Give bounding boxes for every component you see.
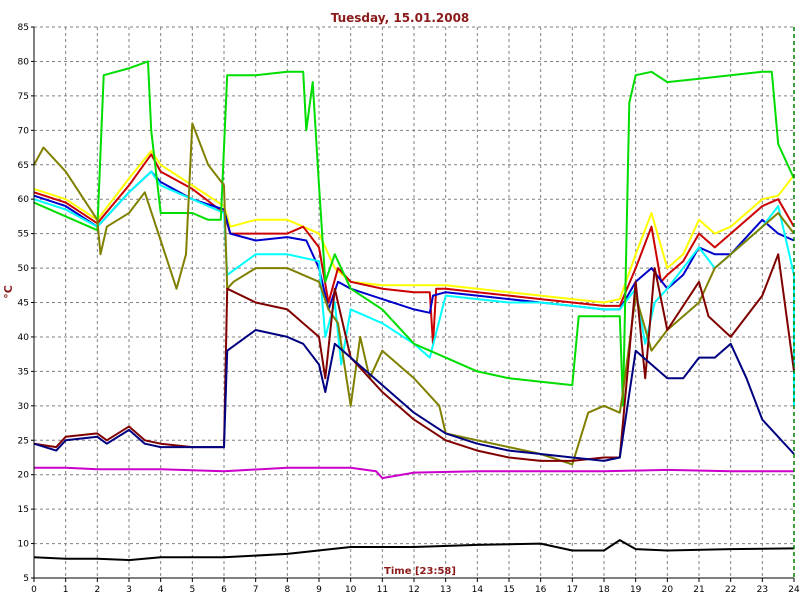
y-tick-label-65: 65 <box>18 161 29 171</box>
y-tick-label-40: 40 <box>18 333 30 343</box>
x-tick-label-2: 2 <box>94 585 100 595</box>
y-tick-label-5: 5 <box>23 574 29 584</box>
x-tick-label-3: 3 <box>126 585 132 595</box>
x-tick-label-12: 12 <box>408 585 419 595</box>
y-tick-label-20: 20 <box>18 471 30 481</box>
x-tick-label-22: 22 <box>725 585 736 595</box>
y-tick-label-70: 70 <box>18 126 30 136</box>
y-tick-label-50: 50 <box>18 264 30 274</box>
y-tick-label-10: 10 <box>18 540 30 550</box>
x-tick-label-4: 4 <box>158 585 164 595</box>
x-tick-label-14: 14 <box>472 585 484 595</box>
y-tick-label-30: 30 <box>18 402 30 412</box>
x-tick-label-19: 19 <box>630 585 642 595</box>
x-tick-label-23: 23 <box>757 585 768 595</box>
y-axis-label: °C <box>2 285 15 299</box>
y-tick-label-15: 15 <box>18 505 29 515</box>
x-tick-label-18: 18 <box>598 585 610 595</box>
x-tick-label-9: 9 <box>316 585 322 595</box>
x-tick-label-13: 13 <box>440 585 451 595</box>
chart-title: Tuesday, 15.01.2008 <box>331 11 470 25</box>
x-tick-label-6: 6 <box>221 585 227 595</box>
y-tick-label-45: 45 <box>18 299 29 309</box>
x-tick-label-0: 0 <box>31 585 37 595</box>
x-tick-label-17: 17 <box>567 585 578 595</box>
y-tick-label-85: 85 <box>18 23 29 33</box>
y-tick-label-55: 55 <box>18 230 29 240</box>
x-tick-label-7: 7 <box>253 585 259 595</box>
x-axis-label: Time [23:58] <box>384 566 456 577</box>
x-tick-label-20: 20 <box>662 585 674 595</box>
chart: 0 1 2 3 4 5 6 7 8 9 10 11 12 13 14 15 16 17 18 19 20 21 22 23 24… <box>0 0 800 600</box>
y-tick-label-60: 60 <box>18 195 30 205</box>
x-tick-label-16: 16 <box>535 585 547 595</box>
x-tick-label-10: 10 <box>345 585 357 595</box>
x-tick-label-21: 21 <box>693 585 704 595</box>
x-tick-label-24: 24 <box>788 585 800 595</box>
y-tick-label-35: 35 <box>18 367 29 377</box>
x-tick-label-15: 15 <box>503 585 514 595</box>
x-tick-label-8: 8 <box>284 585 290 595</box>
x-tick-label-1: 1 <box>63 585 69 595</box>
chart-background <box>0 0 800 600</box>
y-tick-label-25: 25 <box>18 436 29 446</box>
y-tick-label-75: 75 <box>18 92 29 102</box>
x-tick-label-11: 11 <box>377 585 388 595</box>
y-tick-label-80: 80 <box>18 57 30 67</box>
x-tick-label-5: 5 <box>189 585 195 595</box>
